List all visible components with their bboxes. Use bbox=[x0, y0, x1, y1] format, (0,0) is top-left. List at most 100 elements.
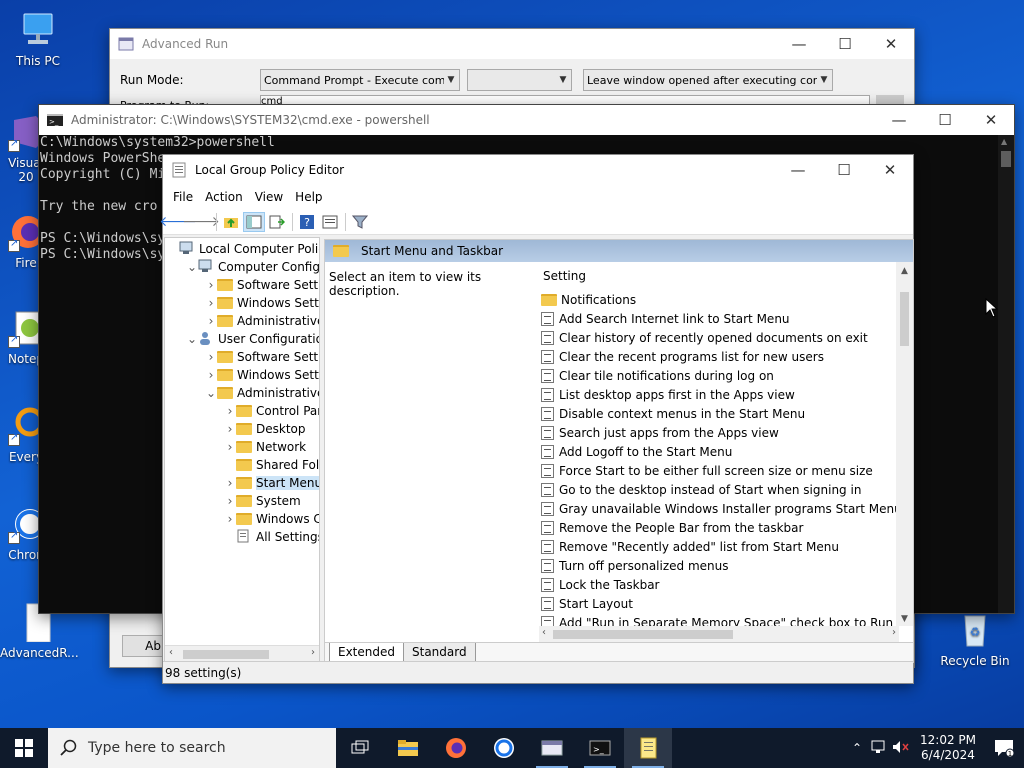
setting-row[interactable]: Clear the recent programs list for new u… bbox=[539, 347, 899, 366]
tree-item[interactable]: Local Computer Policy bbox=[165, 240, 319, 258]
taskbar-search-box[interactable]: Type here to search bbox=[48, 728, 336, 768]
chevron-right-icon[interactable]: › bbox=[224, 440, 236, 454]
menu-view[interactable]: View bbox=[249, 190, 289, 204]
advanced-run-titlebar[interactable]: Advanced Run — ☐ ✕ bbox=[110, 29, 914, 59]
setting-row[interactable]: Notifications bbox=[539, 290, 899, 309]
chevron-right-icon[interactable]: › bbox=[205, 368, 217, 382]
chevron-up-icon[interactable]: ▲ bbox=[896, 266, 913, 276]
chevron-right-icon[interactable]: › bbox=[205, 314, 217, 328]
chevron-right-icon[interactable]: › bbox=[311, 647, 315, 658]
chevron-right-icon[interactable]: › bbox=[205, 278, 217, 292]
desktop-icon-this-pc[interactable]: This PC bbox=[0, 10, 76, 68]
tree-item[interactable]: › Desktop bbox=[165, 420, 319, 438]
tree-item[interactable]: ⌄ Computer Configura bbox=[165, 258, 319, 276]
close-button[interactable]: ✕ bbox=[868, 29, 914, 59]
task-view-button[interactable] bbox=[336, 728, 384, 768]
tree-item[interactable]: › Administrative Te bbox=[165, 312, 319, 330]
tree-item[interactable]: › Start Menu ar bbox=[165, 474, 319, 492]
setting-row[interactable]: Lock the Taskbar bbox=[539, 575, 899, 594]
properties-view-icon[interactable] bbox=[319, 212, 341, 232]
scrollbar-thumb[interactable] bbox=[553, 630, 733, 639]
tree-item[interactable]: › Software Settings bbox=[165, 348, 319, 366]
chevron-left-icon[interactable]: ‹ bbox=[169, 647, 173, 658]
notification-center-button[interactable]: 1 bbox=[984, 739, 1024, 757]
setting-row[interactable]: Add Logoff to the Start Menu bbox=[539, 442, 899, 461]
show-hide-tree-icon[interactable] bbox=[243, 211, 265, 232]
menu-help[interactable]: Help bbox=[289, 190, 328, 204]
tree-item[interactable]: › Windows Setting bbox=[165, 294, 319, 312]
desktop-icon-recycle-bin[interactable]: ♻ Recycle Bin bbox=[937, 610, 1013, 668]
setting-row[interactable]: Clear tile notifications during log on bbox=[539, 366, 899, 385]
setting-row[interactable]: Add "Run in Separate Memory Space" check… bbox=[539, 613, 899, 626]
chevron-down-icon[interactable]: ⌄ bbox=[205, 386, 217, 400]
gpedit-titlebar[interactable]: Local Group Policy Editor — ☐ ✕ bbox=[163, 155, 913, 185]
volume-muted-icon[interactable] bbox=[890, 740, 912, 757]
chevron-right-icon[interactable]: › bbox=[224, 494, 236, 508]
maximize-button[interactable]: ☐ bbox=[822, 29, 868, 59]
start-button[interactable] bbox=[0, 728, 48, 768]
setting-row[interactable]: Clear history of recently opened documen… bbox=[539, 328, 899, 347]
minimize-button[interactable]: — bbox=[776, 29, 822, 59]
column-header-setting[interactable]: Setting bbox=[539, 262, 899, 290]
setting-row[interactable]: Remove the People Bar from the taskbar bbox=[539, 518, 899, 537]
tree-item[interactable]: › System bbox=[165, 492, 319, 510]
chevron-right-icon[interactable]: › bbox=[205, 296, 217, 310]
chevron-right-icon[interactable]: › bbox=[892, 627, 896, 638]
policy-tree[interactable]: Local Computer Policy⌄Computer Configura… bbox=[164, 237, 320, 663]
chevron-right-icon[interactable]: › bbox=[224, 422, 236, 436]
setting-row[interactable]: List desktop apps first in the Apps view bbox=[539, 385, 899, 404]
chevron-right-icon[interactable]: › bbox=[205, 350, 217, 364]
setting-row[interactable]: Start Layout bbox=[539, 594, 899, 613]
after-run-select[interactable]: Leave window opened after executing comm… bbox=[583, 69, 833, 91]
filter-icon[interactable] bbox=[349, 212, 371, 232]
tab-standard[interactable]: Standard bbox=[403, 643, 476, 662]
close-button[interactable]: ✕ bbox=[968, 105, 1014, 135]
help-icon[interactable]: ? bbox=[296, 212, 318, 232]
run-mode-select[interactable]: Command Prompt - Execute command ▼ bbox=[260, 69, 460, 91]
cmd-titlebar[interactable]: >_ Administrator: C:\Windows\SYSTEM32\cm… bbox=[39, 105, 1014, 135]
tree-item[interactable]: ⌄ Administrative Te bbox=[165, 384, 319, 402]
maximize-button[interactable]: ☐ bbox=[821, 155, 867, 185]
secondary-select[interactable]: ▼ bbox=[467, 69, 572, 91]
taskbar-advanced-run[interactable] bbox=[528, 728, 576, 768]
setting-row[interactable]: Go to the desktop instead of Start when … bbox=[539, 480, 899, 499]
settings-horizontal-scrollbar[interactable]: ‹ › bbox=[539, 626, 899, 643]
tree-item[interactable]: Shared Folder bbox=[165, 456, 319, 474]
maximize-button[interactable]: ☐ bbox=[922, 105, 968, 135]
scrollbar-thumb[interactable] bbox=[183, 650, 269, 659]
settings-list[interactable]: Setting Notifications Add Search Internet… bbox=[539, 262, 899, 626]
taskbar-chrome[interactable] bbox=[480, 728, 528, 768]
setting-row[interactable]: Disable context menus in the Start Menu bbox=[539, 404, 899, 423]
chevron-right-icon[interactable]: › bbox=[224, 476, 236, 490]
setting-row[interactable]: Gray unavailable Windows Installer progr… bbox=[539, 499, 899, 518]
setting-row[interactable]: Add Search Internet link to Start Menu bbox=[539, 309, 899, 328]
taskbar-cmd[interactable]: >_ bbox=[576, 728, 624, 768]
export-list-icon[interactable] bbox=[266, 212, 288, 232]
chevron-down-icon[interactable]: ▼ bbox=[896, 614, 913, 624]
setting-row[interactable]: Force Start to be either full screen siz… bbox=[539, 461, 899, 480]
chevron-down-icon[interactable]: ⌄ bbox=[186, 332, 198, 346]
setting-row[interactable]: Turn off personalized menus bbox=[539, 556, 899, 575]
chevron-right-icon[interactable]: › bbox=[224, 404, 236, 418]
chevron-right-icon[interactable]: › bbox=[224, 512, 236, 526]
network-icon[interactable] bbox=[868, 740, 890, 757]
forward-arrow-icon[interactable]: 🡒 bbox=[182, 212, 220, 232]
menu-file[interactable]: File bbox=[167, 190, 199, 204]
tree-item[interactable]: › Windows Setting bbox=[165, 366, 319, 384]
tree-item[interactable]: ⌄ User Configuration bbox=[165, 330, 319, 348]
taskbar-file-explorer[interactable] bbox=[384, 728, 432, 768]
console-scrollbar[interactable]: ▲ bbox=[998, 135, 1014, 613]
tree-item[interactable]: › Control Panel bbox=[165, 402, 319, 420]
chevron-up-icon[interactable]: ⌃ bbox=[846, 741, 868, 755]
chevron-left-icon[interactable]: ‹ bbox=[542, 627, 546, 638]
up-folder-icon[interactable] bbox=[220, 212, 242, 232]
setting-row[interactable]: Remove "Recently added" list from Start … bbox=[539, 537, 899, 556]
scrollbar-thumb[interactable] bbox=[1001, 151, 1011, 167]
menu-action[interactable]: Action bbox=[199, 190, 249, 204]
tab-extended[interactable]: Extended bbox=[329, 643, 404, 662]
setting-row[interactable]: Search just apps from the Apps view bbox=[539, 423, 899, 442]
tree-item[interactable]: › Network bbox=[165, 438, 319, 456]
tree-item[interactable]: › Software Settings bbox=[165, 276, 319, 294]
chevron-down-icon[interactable]: ⌄ bbox=[186, 260, 198, 274]
tree-horizontal-scrollbar[interactable]: ‹ › bbox=[165, 645, 319, 662]
